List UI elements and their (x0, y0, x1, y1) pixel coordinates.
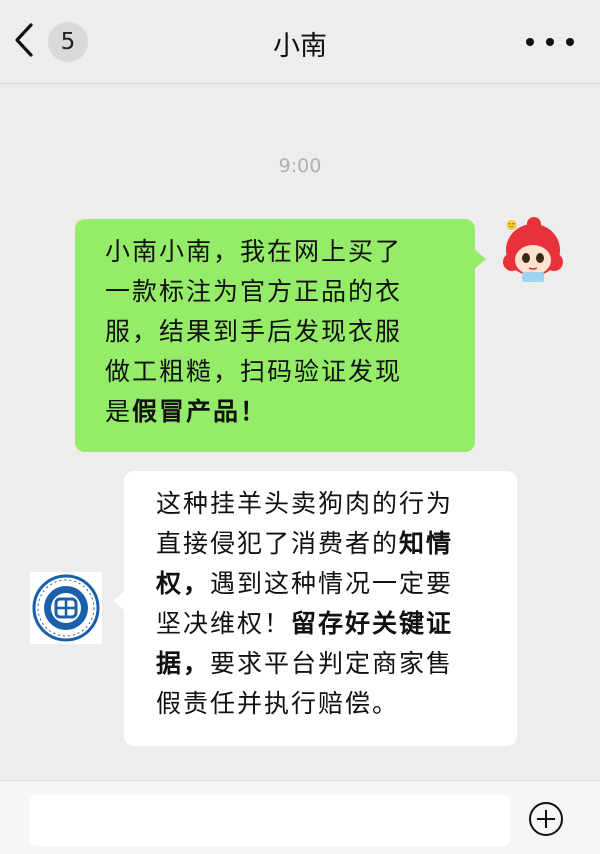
message-line: 做工粗糙，扫码验证发现 (105, 357, 403, 386)
message-input[interactable] (30, 795, 510, 846)
message-bold-text: 假冒产品！ (132, 397, 268, 426)
message-line: 权，遇到这种情况一定要 (156, 564, 499, 604)
contact-avatar[interactable] (30, 572, 102, 644)
plus-circle-icon (529, 802, 563, 836)
message-line: 坚决维权！留存好关键证 (156, 604, 499, 644)
message-line: 服，结果到手后发现衣服 (105, 317, 403, 346)
chat-title: 小南 (273, 31, 327, 62)
message-line: 直接侵犯了消费者的知情 (156, 524, 499, 564)
message-line: 假责任并执行赔偿。 (156, 689, 400, 718)
my-message-bubble[interactable]: 小南小南，我在网上买了 一款标注为官方正品的衣 服，结果到手后发现衣服 做工粗糙… (75, 219, 486, 452)
ellipsis-icon (566, 38, 574, 46)
message-timestamp: 9:00 (278, 155, 322, 177)
message-bold-text: 权， (156, 569, 211, 598)
chevron-left-icon (13, 22, 35, 62)
contact-message-bubble[interactable]: 这种挂羊头卖狗肉的行为 直接侵犯了消费者的知情 权，遇到这种情况一定要 坚决维权… (113, 471, 517, 746)
message-text: 坚决维权！ (156, 609, 292, 638)
back-button[interactable] (4, 22, 44, 62)
add-button[interactable] (527, 800, 565, 838)
message-bold-text: 留存好关键证 (291, 609, 454, 638)
input-bar (0, 780, 600, 854)
ellipsis-icon (526, 38, 534, 46)
message-line: 小南小南，我在网上买了 (105, 237, 403, 266)
ellipsis-icon (546, 38, 554, 46)
my-avatar[interactable]: 🙂 (498, 212, 568, 284)
message-line: 据，要求平台判定商家售 (156, 644, 499, 684)
message-text: 要求平台判定商家售 (210, 649, 454, 678)
university-logo-avatar (32, 574, 100, 642)
unread-count-badge[interactable]: 5 (48, 22, 88, 62)
message-text: 直接侵犯了消费者的 (156, 529, 400, 558)
chat-header: 5 小南 (0, 0, 600, 84)
message-line: 一款标注为官方正品的衣 (105, 277, 403, 306)
message-line: 这种挂羊头卖狗肉的行为 (156, 489, 454, 518)
message-line: 是假冒产品！ (105, 392, 457, 432)
message-text: 是 (105, 397, 133, 426)
message-bold-text: 知情 (399, 529, 454, 558)
message-text: 遇到这种情况一定要 (210, 569, 454, 598)
svg-text:🙂: 🙂 (506, 220, 517, 231)
message-bold-text: 据， (156, 649, 211, 678)
more-options-button[interactable] (526, 32, 574, 52)
cartoon-girl-avatar: 🙂 (503, 217, 563, 282)
